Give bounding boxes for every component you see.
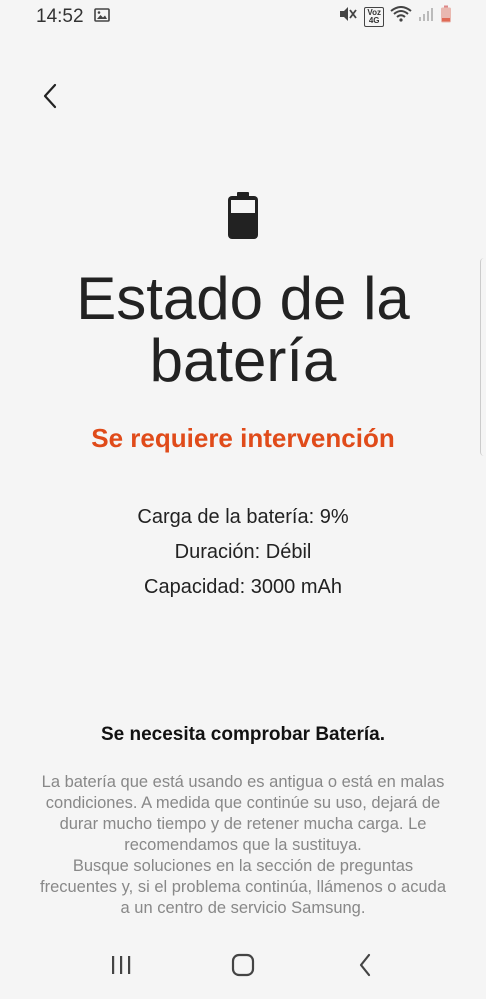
volte-bottom-label: 4G <box>368 16 380 25</box>
page-title: Estado de la batería <box>0 268 486 392</box>
nav-back-button[interactable] <box>340 947 390 987</box>
wifi-icon <box>390 6 412 28</box>
notice-paragraph-1: La batería que está usando es antigua o … <box>41 773 445 854</box>
notice-description: La batería que está usando es antigua o … <box>40 772 446 919</box>
chevron-left-icon <box>40 82 60 115</box>
home-icon <box>231 953 255 982</box>
battery-info: Carga de la batería: 9% Duración: Débil … <box>0 500 486 605</box>
volte-icon: Voz 4G <box>364 7 384 27</box>
navigation-bar <box>0 935 486 999</box>
charge-info: Carga de la batería: 9% <box>137 506 349 528</box>
back-button[interactable] <box>32 78 68 118</box>
signal-icon <box>418 6 434 28</box>
status-text: Se requiere intervención <box>91 423 395 453</box>
notice-title: Se necesita comprobar Batería. <box>100 724 386 745</box>
capacity-info: Capacidad: 3000 mAh <box>144 576 342 598</box>
status-bar: 14:52 Voz 4G <box>0 0 486 34</box>
back-icon <box>357 953 373 982</box>
duration-info: Duración: Débil <box>174 541 312 563</box>
mute-icon <box>338 6 358 28</box>
recents-icon <box>110 955 132 980</box>
title-line-1: Estado de la <box>76 265 410 332</box>
notice-paragraph-2: Busque soluciones en la sección de pregu… <box>40 857 447 917</box>
title-line-2: batería <box>149 327 337 394</box>
clock: 14:52 <box>36 6 84 27</box>
image-icon <box>93 6 110 28</box>
battery-icon <box>227 192 259 240</box>
recents-button[interactable] <box>96 947 146 987</box>
home-button[interactable] <box>218 947 268 987</box>
battery-low-icon <box>440 5 452 29</box>
